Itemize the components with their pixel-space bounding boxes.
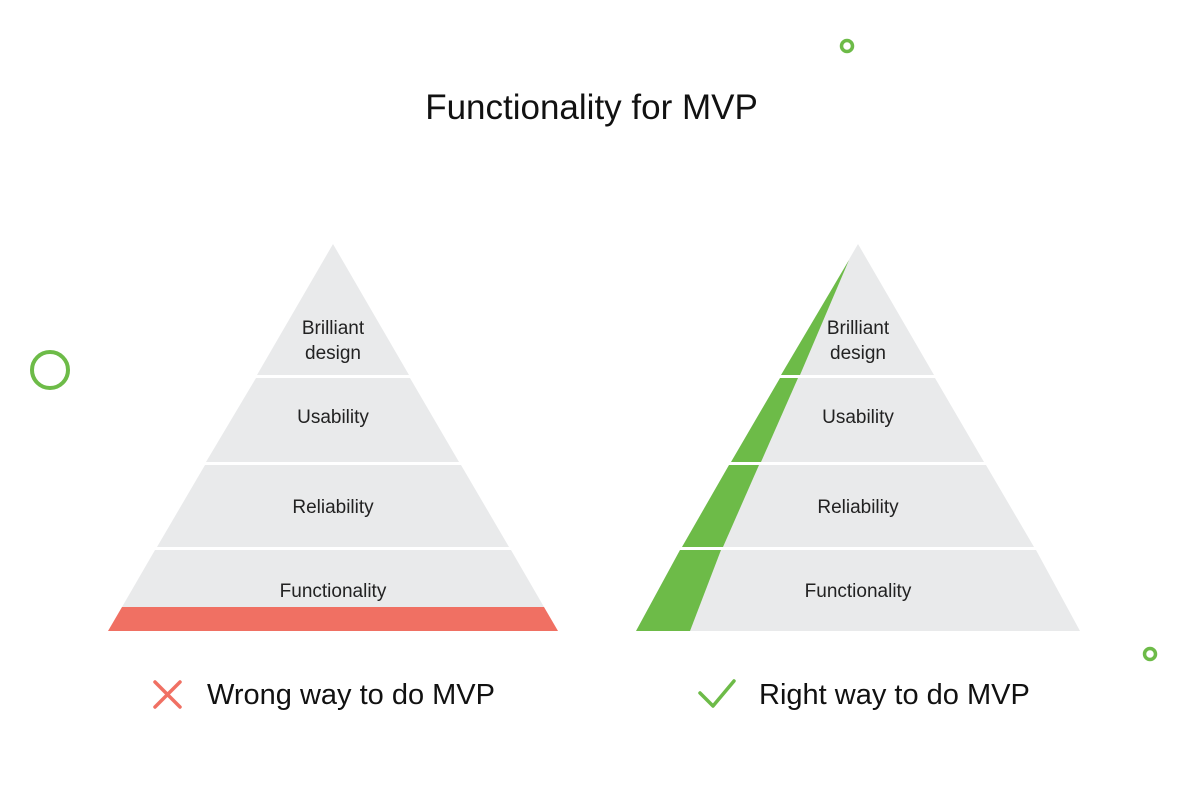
right-pyramid xyxy=(636,244,1080,631)
right-label-usability: Usability xyxy=(822,407,894,428)
right-label-reliability: Reliability xyxy=(817,497,899,518)
right-caption: Right way to do MVP xyxy=(759,679,1030,711)
wrong-label-reliability: Reliability xyxy=(292,497,374,518)
cross-icon xyxy=(153,680,182,709)
right-label-functionality: Functionality xyxy=(804,581,912,602)
decor-circle-large xyxy=(30,350,70,390)
wrong-label-usability: Usability xyxy=(297,407,369,428)
wrong-label-functionality: Functionality xyxy=(279,581,387,602)
wrong-label-brilliant-design: Brilliant design xyxy=(301,318,365,364)
decor-circle-small-top xyxy=(839,38,855,54)
wrong-base-bar xyxy=(108,607,558,631)
check-icon xyxy=(698,679,736,708)
right-label-brilliant-design: Brilliant design xyxy=(826,318,890,364)
decor-circle-small-right xyxy=(1142,646,1158,662)
pyramid-diagram xyxy=(30,38,1158,709)
wrong-caption: Wrong way to do MVP xyxy=(207,679,495,711)
wrong-pyramid xyxy=(108,244,558,631)
